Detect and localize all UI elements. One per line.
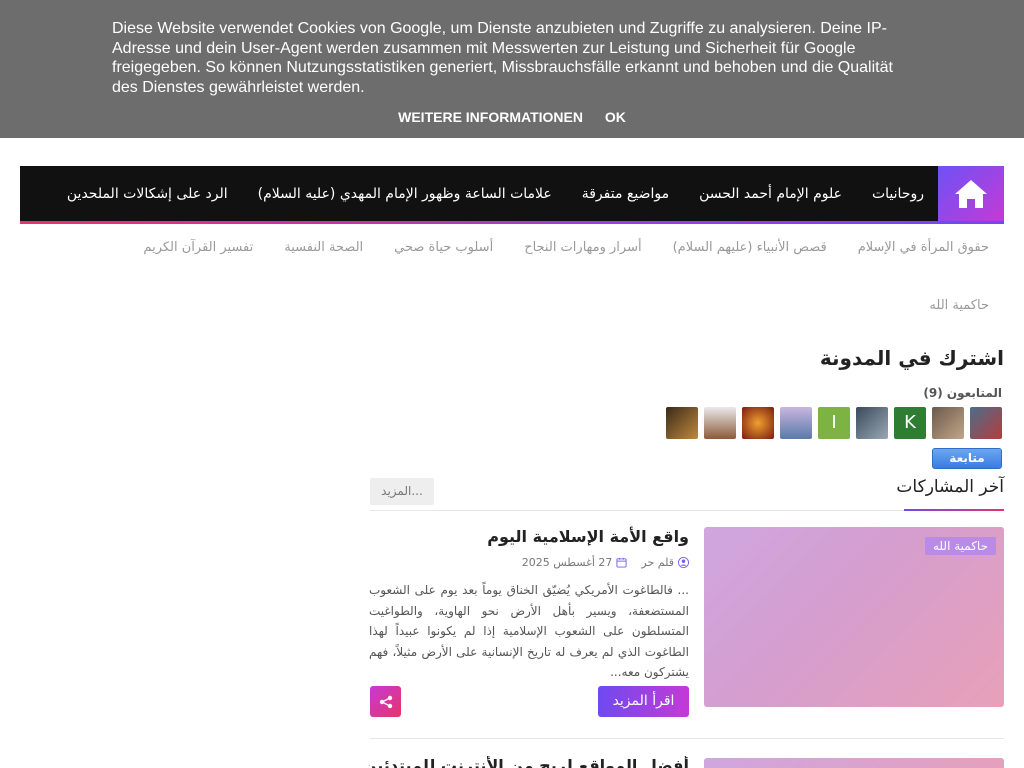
subnav-item-quran-tafsir[interactable]: تفسير القرآن الكريم bbox=[143, 240, 253, 255]
nav-menu: روحانيات علوم الإمام أحمد الحسن مواضيع م… bbox=[37, 166, 924, 221]
subnav-item-sovereignty[interactable]: حاكمية الله bbox=[929, 298, 989, 313]
post-author-name: قلم حر bbox=[641, 556, 674, 569]
avatar[interactable]: K bbox=[894, 407, 926, 439]
followers-avatars: K I bbox=[660, 407, 1002, 439]
avatar[interactable] bbox=[742, 407, 774, 439]
main-nav: روحانيات علوم الإمام أحمد الحسن مواضيع م… bbox=[20, 166, 1004, 221]
avatar[interactable]: I bbox=[818, 407, 850, 439]
post-thumbnail[interactable]: حاكمية الله bbox=[704, 527, 1004, 707]
more-posts-button[interactable]: المزيد... bbox=[370, 478, 434, 505]
post-title[interactable]: أفضل المواقع لربح من الأنترنت للمبتدئين bbox=[369, 756, 689, 768]
latest-posts-title: آخر المشاركات bbox=[896, 477, 1004, 497]
follow-button[interactable]: متابعة bbox=[932, 448, 1002, 469]
cookie-banner: Diese Website verwendet Cookies von Goog… bbox=[0, 0, 1024, 138]
share-button[interactable] bbox=[370, 686, 401, 717]
nav-item-atheist-replies[interactable]: الرد على إشكالات الملحدين bbox=[67, 186, 228, 202]
post-date-text: 27 أغسطس 2025 bbox=[521, 556, 613, 569]
sub-nav: حقوق المرأة في الإسلام قصص الأنبياء (علي… bbox=[112, 240, 989, 255]
cookie-more-info-link[interactable]: WEITERE INFORMATIONEN bbox=[398, 109, 583, 125]
cookie-actions: WEITERE INFORMATIONEN OK bbox=[0, 109, 1024, 125]
home-button[interactable] bbox=[938, 166, 1004, 221]
post-meta: قلم حر 27 أغسطس 2025 bbox=[508, 556, 689, 569]
post-author[interactable]: قلم حر bbox=[641, 556, 689, 569]
share-icon bbox=[379, 695, 392, 708]
read-more-button[interactable]: اقرأ المزيد bbox=[598, 686, 689, 717]
followers-label: المتابعون (9) bbox=[923, 386, 1002, 400]
post-title[interactable]: واقع الأمة الإسلامية اليوم bbox=[369, 527, 689, 546]
calendar-icon bbox=[616, 557, 627, 568]
cookie-ok-button[interactable]: OK bbox=[605, 109, 626, 125]
subnav-item-success-secrets[interactable]: أسرار ومهارات النجاح bbox=[524, 240, 641, 255]
nav-item-signs-of-hour[interactable]: علامات الساعة وظهور الإمام المهدي (عليه … bbox=[258, 186, 552, 202]
avatar[interactable] bbox=[856, 407, 888, 439]
avatar[interactable] bbox=[970, 407, 1002, 439]
nav-accent-bar bbox=[20, 221, 1004, 224]
divider bbox=[370, 738, 1004, 739]
avatar[interactable] bbox=[932, 407, 964, 439]
user-icon bbox=[678, 557, 689, 568]
subnav-item-prophets-stories[interactable]: قصص الأنبياء (عليهم السلام) bbox=[673, 240, 827, 255]
post-category-tag[interactable]: حاكمية الله bbox=[925, 537, 996, 555]
nav-item-misc-topics[interactable]: مواضيع متفرقة bbox=[582, 186, 669, 202]
post-thumbnail[interactable] bbox=[704, 758, 1004, 768]
nav-item-spirituality[interactable]: روحانيات bbox=[872, 186, 924, 202]
avatar[interactable] bbox=[780, 407, 812, 439]
avatar[interactable] bbox=[704, 407, 736, 439]
cookie-text: Diese Website verwendet Cookies von Goog… bbox=[112, 20, 893, 96]
post-date: 27 أغسطس 2025 bbox=[522, 556, 628, 569]
nav-item-imam-sciences[interactable]: علوم الإمام أحمد الحسن bbox=[699, 186, 842, 202]
post-excerpt: ... فالطاغوت الأمريكي يُضيّق الخناق يوما… bbox=[369, 583, 689, 679]
subscribe-title: اشترك في المدونة bbox=[819, 346, 1004, 370]
avatar[interactable] bbox=[666, 407, 698, 439]
subnav-item-women-rights[interactable]: حقوق المرأة في الإسلام bbox=[858, 240, 989, 255]
sub-nav-row-2: حاكمية الله bbox=[929, 294, 989, 313]
title-underline bbox=[904, 509, 1004, 511]
home-icon bbox=[955, 179, 987, 208]
subnav-item-healthy-lifestyle[interactable]: أسلوب حياة صحي bbox=[394, 240, 493, 255]
subnav-item-mental-health[interactable]: الصحة النفسية bbox=[284, 240, 363, 255]
